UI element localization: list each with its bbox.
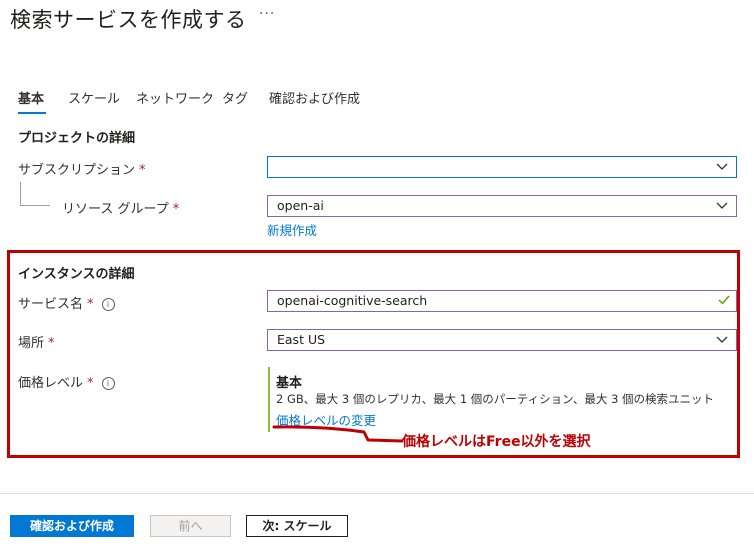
required-marker: * xyxy=(139,163,146,178)
previous-button[interactable]: 前へ xyxy=(150,515,231,537)
resource-group-value: open-ai xyxy=(277,198,324,213)
location-value: East US xyxy=(277,332,326,347)
service-name-label-text: サービス名 xyxy=(18,297,84,312)
required-marker: * xyxy=(87,376,94,391)
chevron-down-icon xyxy=(716,163,728,170)
location-label-text: 場所 xyxy=(18,336,45,351)
required-marker: * xyxy=(87,297,94,312)
instance-details-heading: インスタンスの詳細 xyxy=(18,267,135,282)
create-new-resource-group-link[interactable]: 新規作成 xyxy=(267,220,317,239)
annotation-arrow xyxy=(272,425,404,443)
pricing-tier-accent-bar xyxy=(268,367,270,432)
subscription-label-text: サブスクリプション xyxy=(18,163,136,178)
review-create-button[interactable]: 確認および作成 xyxy=(10,515,134,537)
required-marker: * xyxy=(172,202,180,217)
resource-group-label-text: リソース グループ xyxy=(62,202,169,217)
next-scale-button[interactable]: 次: スケール xyxy=(246,515,348,537)
footer-divider xyxy=(0,493,754,494)
subscription-dropdown[interactable] xyxy=(267,156,737,178)
more-options-button[interactable]: ··· xyxy=(259,6,275,22)
chevron-down-icon xyxy=(716,202,728,209)
pricing-tier-name: 基本 xyxy=(276,376,303,391)
pricing-tier-label: 価格レベル * i xyxy=(18,372,115,391)
tab-network[interactable]: ネットワーク xyxy=(136,88,214,107)
location-label: 場所 * xyxy=(18,332,55,351)
tree-connector-horizontal xyxy=(20,205,50,206)
resource-group-dropdown[interactable]: open-ai xyxy=(267,195,737,217)
tab-scale[interactable]: スケール xyxy=(68,88,120,107)
chevron-down-icon xyxy=(716,336,728,343)
tree-connector-vertical xyxy=(20,182,21,205)
info-icon[interactable]: i xyxy=(101,298,115,311)
tab-review-create[interactable]: 確認および作成 xyxy=(269,88,360,107)
project-details-heading: プロジェクトの詳細 xyxy=(18,131,136,146)
active-tab-indicator xyxy=(18,112,46,114)
pricing-tier-description: 2 GB、最大 3 個のレプリカ、最大 1 個のパーティション、最大 3 個の検… xyxy=(276,392,715,406)
service-name-label: サービス名 * i xyxy=(18,293,115,312)
page-title: 検索サービスを作成する xyxy=(10,8,247,32)
subscription-label: サブスクリプション * xyxy=(18,159,146,178)
resource-group-label: リソース グループ * xyxy=(62,198,179,217)
required-marker: * xyxy=(48,336,55,351)
pricing-tier-label-text: 価格レベル xyxy=(18,376,84,391)
annotation-text: 価格レベルはFree以外を選択 xyxy=(402,434,591,450)
location-dropdown[interactable]: East US xyxy=(267,329,737,351)
service-name-value: openai-cognitive-search xyxy=(277,293,428,308)
info-icon[interactable]: i xyxy=(101,377,115,390)
service-name-input[interactable]: openai-cognitive-search xyxy=(267,290,737,312)
tab-tags[interactable]: タグ xyxy=(222,88,248,107)
tab-basics[interactable]: 基本 xyxy=(18,88,44,107)
checkmark-icon xyxy=(718,295,730,305)
